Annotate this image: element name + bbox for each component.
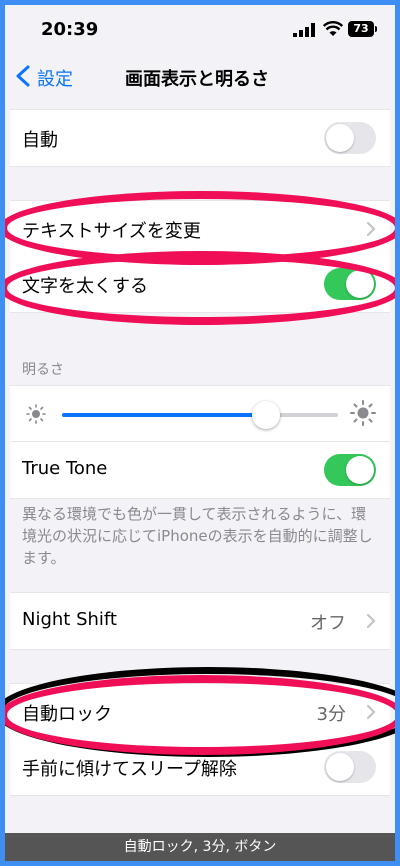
sun-small-icon: [26, 404, 46, 424]
status-bar: 20:39 73: [5, 5, 395, 53]
auto-appearance-label: 自動: [22, 130, 58, 151]
auto-lock-label: 自動ロック: [22, 704, 112, 725]
raise-to-wake-row: 手前に傾けてスリープ解除: [10, 739, 390, 796]
auto-appearance-row: 自動: [10, 109, 390, 167]
bold-text-label: 文字を太くする: [22, 276, 148, 297]
wifi-icon: [323, 21, 343, 36]
auto-lock-row[interactable]: 自動ロック 3分: [10, 683, 390, 741]
true-tone-description: 異なる環境でも色が一貫して表示されるように、環境光の状況に応じてiPhoneの表…: [22, 505, 373, 567]
brightness-slider-fill: [62, 413, 267, 417]
page-title: 画面表示と明るさ: [125, 69, 269, 90]
night-shift-row[interactable]: Night Shift オフ: [10, 592, 390, 650]
chevron-right-icon: [366, 221, 376, 237]
sun-large-icon: [350, 400, 376, 426]
navigation-bar: 設定 画面表示と明るさ: [5, 53, 395, 99]
toggle-knob: [326, 753, 354, 781]
chevron-right-icon: [366, 613, 376, 629]
screen-frame: 20:39 73 設定 画面表示と明るさ 自動 テキストサイズを変更 文字を太く…: [0, 0, 400, 866]
true-tone-toggle[interactable]: [324, 454, 376, 486]
brightness-row: [10, 385, 390, 442]
brightness-section-label: 明るさ: [22, 362, 64, 378]
night-shift-label: Night Shift: [22, 609, 117, 630]
raise-to-wake-label: 手前に傾けてスリープ解除: [22, 759, 237, 780]
raise-to-wake-toggle[interactable]: [324, 751, 376, 783]
brightness-slider[interactable]: [62, 401, 338, 429]
cellular-signal-icon: [293, 23, 315, 37]
bold-text-row: 文字を太くする: [10, 256, 390, 313]
status-time: 20:39: [41, 19, 99, 40]
accessibility-caption: 自動ロック, 3分, ボタン: [5, 833, 395, 861]
true-tone-row: True Tone: [10, 441, 390, 499]
toggle-knob: [326, 124, 354, 152]
back-button[interactable]: 設定: [37, 65, 73, 91]
toggle-knob: [346, 456, 374, 484]
text-size-label: テキストサイズを変更: [22, 221, 201, 242]
brightness-slider-thumb[interactable]: [252, 401, 281, 429]
night-shift-value: オフ: [310, 613, 346, 634]
text-size-row[interactable]: テキストサイズを変更: [10, 200, 390, 258]
chevron-left-icon[interactable]: [15, 65, 31, 87]
auto-appearance-toggle[interactable]: [324, 122, 376, 154]
true-tone-label: True Tone: [22, 458, 108, 479]
toggle-knob: [346, 270, 374, 298]
chevron-right-icon: [366, 704, 376, 720]
battery-icon: 73: [348, 21, 377, 37]
auto-lock-value: 3分: [316, 704, 346, 725]
bold-text-toggle[interactable]: [324, 268, 376, 300]
